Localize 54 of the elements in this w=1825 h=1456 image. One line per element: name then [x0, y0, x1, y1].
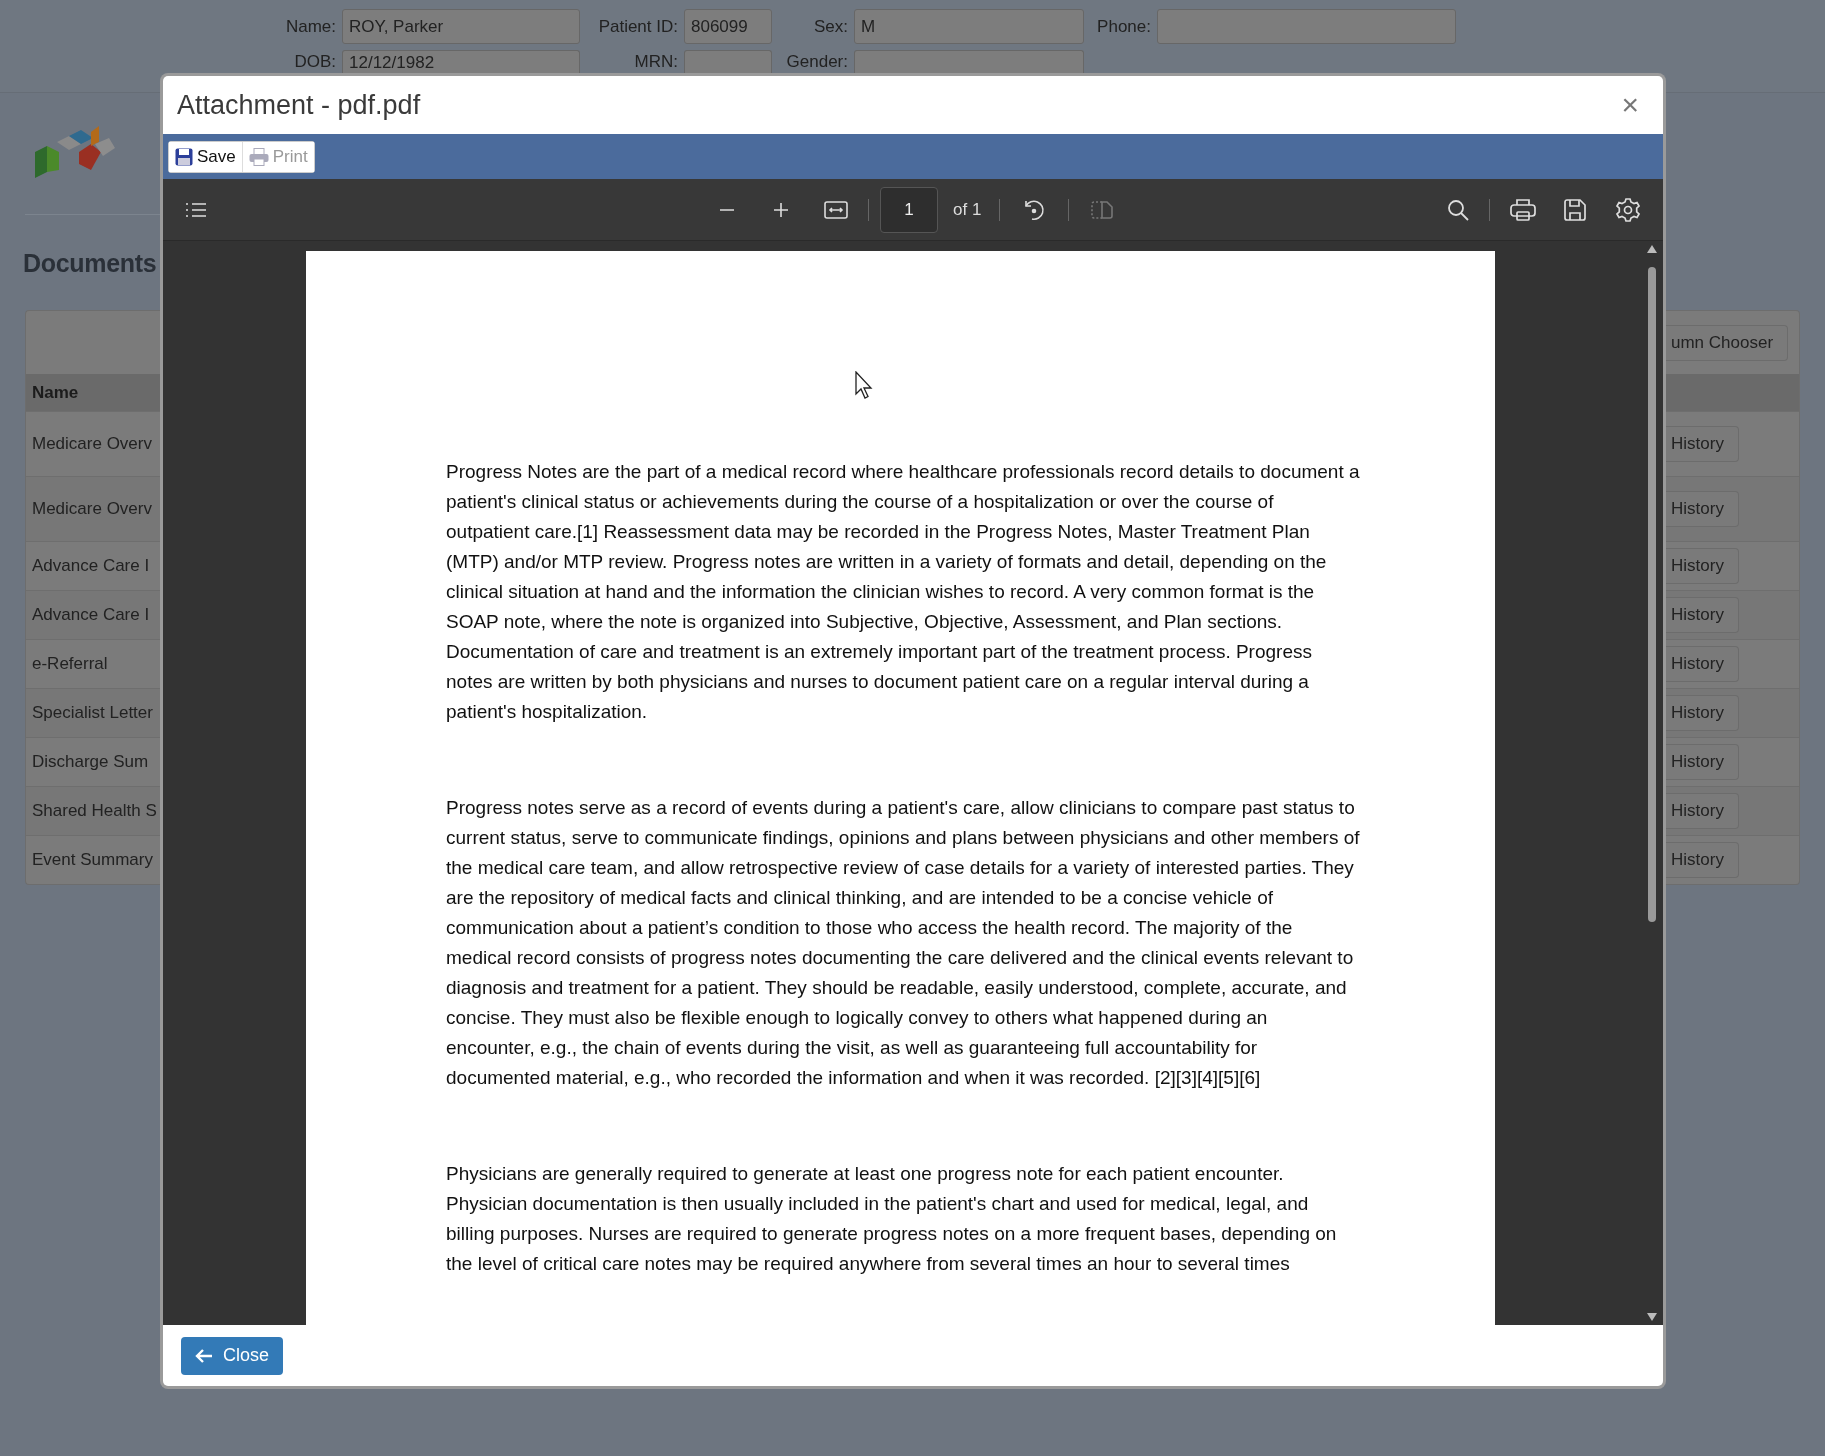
history-button[interactable]: History: [1663, 597, 1739, 633]
field-label: Name:: [284, 16, 337, 37]
scroll-down-icon[interactable]: [1647, 1313, 1657, 1321]
save-button[interactable]: Save: [169, 141, 243, 172]
input-field[interactable]: M: [854, 9, 1084, 44]
input-field[interactable]: ROY, Parker: [342, 9, 580, 44]
field-label: Patient ID:: [597, 16, 679, 37]
close-button[interactable]: Close: [181, 1336, 284, 1375]
zoom-in-icon[interactable]: [773, 201, 789, 218]
document-paragraph: Progress notes serve as a record of events during a patient's care, allow clinicians to compare past status to current status, serve to communicate findings, opinions and plans between physicians and other members of the medical care team, and allow retrospective review of case details for a variety of interested parties. They are the repository of medical facts and clinical thinking, and are intended to be a concise vehicle of communication about a patient’s condition to those who access the health record. The majority of the medical record consists of progress notes documenting the care delivered and the clinical events relevant to diagnosis and treatment for a patient. They should be readable, easily understood, complete, accurate, and concise. They must also be flexible enough to logically convey to others what happened during an encounter, e.g., the chain of events during the visit, as well as guaranteeing full accountability for documented material, e.g., who recorded the information and when it was recorded. [2][3][4][5][6]: [446, 796, 1361, 1090]
page-heading: Documents: [23, 249, 158, 278]
history-button[interactable]: History: [1663, 842, 1739, 878]
outline-icon[interactable]: [185, 201, 207, 218]
dialog-title: Attachment - pdf.pdf: [177, 89, 422, 121]
scroll-up-icon[interactable]: [1647, 245, 1657, 253]
page-spread-icon[interactable]: [1091, 200, 1114, 219]
table-cell: Medicare Overv: [26, 476, 163, 541]
table-cell: Advance Care I: [26, 590, 163, 639]
input-field[interactable]: [1157, 9, 1456, 44]
history-button[interactable]: History: [1663, 548, 1739, 584]
table-cell: Shared Health S: [26, 786, 163, 835]
fit-width-icon[interactable]: [824, 200, 848, 219]
history-button[interactable]: History: [1663, 646, 1739, 682]
settings-icon[interactable]: [1616, 197, 1640, 222]
history-button[interactable]: History: [1663, 744, 1739, 780]
save-icon[interactable]: [1564, 198, 1586, 221]
column-header: Name: [26, 374, 163, 411]
page-number-field[interactable]: 1: [880, 186, 938, 233]
document-paragraph: Progress Notes are the part of a medical record where healthcare professionals record details to document a patient's clinical status or achievements during the course of a hospitalization or over the course of outpatient care.[1] Reassessment data may be recorded in the Progress Notes, Master Treatment Plan (MTP) and/or MTP review. Progress notes are written in a variety of formats and detail, depending on the clinical situation at hand and the information the clinician wishes to record. A very common format is the SOAP note, where the note is organized into Subjective, Objective, Assessment, and Plan sections. Documentation of care and treatment is an extremely important part of the treatment process. Progress notes are written by both physicians and nurses to document patient care on a regular interval during a patient's hospitalization.: [446, 460, 1361, 724]
column-chooser-button[interactable]: umn Chooser: [1663, 324, 1789, 361]
field-label: DOB:: [293, 52, 337, 72]
field-label: Gender:: [785, 52, 849, 72]
history-button[interactable]: History: [1663, 695, 1739, 731]
page-count: of 1: [953, 199, 982, 220]
arrow-left-icon: [195, 1347, 213, 1364]
history-button[interactable]: History: [1663, 491, 1739, 527]
logo-icon: [33, 124, 117, 180]
input-field[interactable]: [684, 50, 772, 74]
scrollbar[interactable]: [1646, 245, 1658, 1321]
print-icon[interactable]: [1510, 197, 1536, 222]
input-field[interactable]: [854, 50, 1084, 74]
field-label: Sex:: [812, 16, 849, 37]
cursor-icon: [855, 371, 873, 399]
printer-icon: [248, 147, 269, 166]
document-paragraph: Physicians are generally required to generate at least one progress note for each patient encounter. Physician documentation is then usually included in the patient's chart and used for medical, legal, and billing purposes. Nurses are required to generate progress notes on a more frequent bases, depending on the level of critical care notes may be required anywhere from several times an hour to several times: [446, 1162, 1338, 1276]
rotate-icon[interactable]: [1022, 197, 1047, 222]
field-label: MRN:: [633, 52, 679, 72]
history-button[interactable]: History: [1663, 426, 1739, 462]
input-field[interactable]: 806099: [684, 9, 772, 44]
history-button[interactable]: History: [1663, 793, 1739, 829]
input-field[interactable]: 12/12/1982: [342, 50, 580, 74]
search-icon[interactable]: [1447, 198, 1469, 221]
field-label: Phone:: [1096, 16, 1152, 37]
table-cell: Specialist Letter: [26, 688, 163, 737]
